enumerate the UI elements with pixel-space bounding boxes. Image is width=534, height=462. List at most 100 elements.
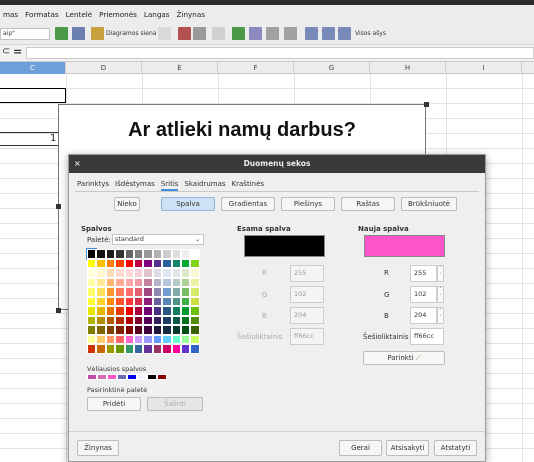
sum-icon[interactable]: ⊂ (2, 46, 10, 57)
palette-swatch[interactable] (133, 334, 144, 344)
palette-swatch[interactable] (152, 296, 163, 306)
palette-swatch[interactable] (180, 268, 191, 278)
column-header-f[interactable]: F (218, 62, 294, 74)
palette-swatch[interactable] (87, 334, 97, 344)
chart-type-icon[interactable] (72, 27, 85, 40)
globe-icon[interactable] (55, 27, 68, 40)
palette-swatch[interactable] (143, 334, 153, 344)
palette-swatch[interactable] (105, 315, 116, 325)
palette-swatch[interactable] (143, 344, 153, 354)
palette-swatch[interactable] (124, 277, 134, 287)
palette-swatch[interactable] (162, 277, 172, 287)
recent-color-swatch[interactable] (127, 374, 137, 380)
palette-swatch[interactable] (87, 296, 97, 306)
palette-swatch[interactable] (133, 249, 144, 259)
palette-swatch[interactable] (190, 258, 200, 268)
menu-item-window[interactable]: Langas (141, 10, 174, 19)
palette-swatch[interactable] (87, 258, 97, 268)
palette-swatch[interactable] (133, 306, 144, 316)
ok-button[interactable]: Gerai (339, 440, 382, 456)
palette-swatch[interactable] (105, 277, 116, 287)
palette-swatch[interactable] (105, 268, 116, 278)
palette-swatch[interactable] (152, 306, 163, 316)
palette-swatch[interactable] (96, 268, 106, 278)
palette-swatch[interactable] (87, 268, 97, 278)
palette-swatch[interactable] (180, 344, 191, 354)
palette-swatch[interactable] (96, 296, 106, 306)
tab-options[interactable]: Parinktys (77, 180, 109, 191)
palette-swatch[interactable] (133, 296, 144, 306)
palette-swatch[interactable] (162, 334, 172, 344)
column-header-e[interactable]: E (142, 62, 218, 74)
fill-pattern-button[interactable]: Raštas (341, 197, 395, 211)
palette-swatch[interactable] (105, 344, 116, 354)
color-palette[interactable] (85, 248, 200, 354)
close-icon[interactable]: × (74, 155, 81, 173)
palette-swatch[interactable] (124, 296, 134, 306)
bar-chart-icon[interactable] (178, 27, 191, 40)
palette-swatch[interactable] (96, 258, 106, 268)
palette-swatch[interactable] (162, 325, 172, 335)
palette-swatch[interactable] (105, 287, 116, 297)
palette-swatch[interactable] (87, 344, 97, 354)
palette-swatch[interactable] (152, 258, 163, 268)
palette-swatch[interactable] (171, 277, 181, 287)
palette-swatch[interactable] (171, 315, 181, 325)
palette-swatch[interactable] (87, 315, 97, 325)
selected-cell[interactable] (0, 88, 66, 103)
palette-swatch[interactable] (190, 315, 200, 325)
palette-swatch[interactable] (171, 249, 181, 259)
palette-swatch[interactable] (162, 258, 172, 268)
palette-swatch[interactable] (180, 334, 191, 344)
title-icon[interactable] (212, 27, 225, 40)
palette-swatch[interactable] (96, 249, 106, 259)
fill-none-button[interactable]: Nieko (114, 197, 140, 211)
palette-swatch[interactable] (162, 306, 172, 316)
g-spin-buttons[interactable]: ˄ ˅ (437, 286, 444, 303)
vertical-grids-icon[interactable] (284, 27, 297, 40)
palette-swatch[interactable] (171, 325, 181, 335)
palette-swatch[interactable] (143, 268, 153, 278)
palette-swatch[interactable] (105, 249, 116, 259)
column-header-h[interactable]: H (370, 62, 446, 74)
palette-swatch[interactable] (171, 306, 181, 316)
palette-swatch[interactable] (124, 287, 134, 297)
palette-swatch[interactable] (143, 325, 153, 335)
palette-select[interactable]: standard ⌄ (112, 234, 204, 245)
palette-swatch[interactable] (105, 258, 116, 268)
palette-swatch[interactable] (180, 306, 191, 316)
menu-item-view[interactable]: mas (0, 10, 22, 19)
palette-swatch[interactable] (133, 315, 144, 325)
tab-borders[interactable]: Kraštinės (232, 180, 264, 191)
auto-layout-icon[interactable] (322, 27, 335, 40)
palette-swatch[interactable] (190, 268, 200, 278)
palette-swatch[interactable] (124, 268, 134, 278)
palette-swatch[interactable] (96, 306, 106, 316)
palette-swatch[interactable] (180, 315, 191, 325)
palette-swatch[interactable] (115, 258, 125, 268)
palette-swatch[interactable] (115, 296, 125, 306)
new-b-field[interactable]: 204 (410, 307, 437, 324)
formula-input[interactable] (26, 47, 534, 59)
pick-color-button[interactable]: Parinkti ⟋ (363, 351, 445, 365)
palette-swatch[interactable] (124, 306, 134, 316)
palette-swatch[interactable] (171, 268, 181, 278)
palette-swatch[interactable] (115, 325, 125, 335)
palette-swatch[interactable] (133, 277, 144, 287)
palette-swatch[interactable] (96, 325, 106, 335)
chart-title[interactable]: Ar atlieki namų darbus? (60, 119, 424, 142)
palette-swatch[interactable] (152, 268, 163, 278)
palette-swatch[interactable] (133, 344, 144, 354)
help-button[interactable]: Žinynas (77, 440, 119, 456)
column-header-i[interactable]: I (446, 62, 522, 74)
palette-swatch[interactable] (152, 325, 163, 335)
palette-swatch[interactable] (96, 334, 106, 344)
palette-swatch[interactable] (143, 315, 153, 325)
palette-swatch[interactable] (115, 344, 125, 354)
fill-gradient-button[interactable]: Gradientas (221, 197, 275, 211)
palette-swatch[interactable] (190, 344, 200, 354)
palette-swatch[interactable] (180, 287, 191, 297)
palette-swatch[interactable] (162, 249, 172, 259)
palette-swatch[interactable] (180, 296, 191, 306)
palette-swatch[interactable] (133, 287, 144, 297)
